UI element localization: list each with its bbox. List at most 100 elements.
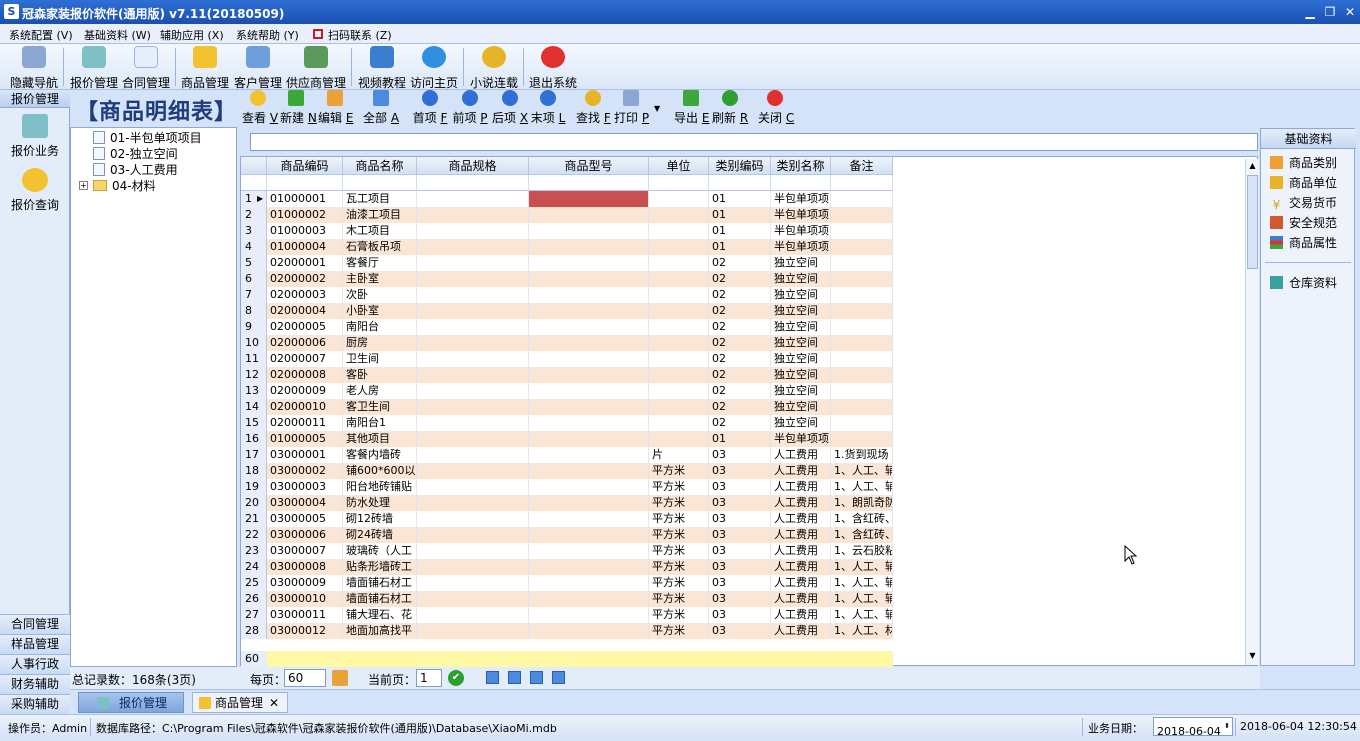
refresh-button[interactable]: 刷新 R — [712, 90, 748, 126]
table-row[interactable]: 16 01000005 其他项目 01 半包单项项 — [241, 431, 893, 447]
table-row[interactable]: 7 02000003 次卧 02 独立空间 — [241, 287, 893, 303]
category-code-cell[interactable]: 02 — [709, 367, 771, 383]
category-code-cell[interactable]: 03 — [709, 575, 771, 591]
goods-spec-cell[interactable] — [417, 255, 529, 271]
remark-cell[interactable] — [831, 351, 893, 367]
unit-cell[interactable] — [649, 287, 709, 303]
table-row[interactable]: 11 02000007 卫生间 02 独立空间 — [241, 351, 893, 367]
unit-cell[interactable]: 平方米 — [649, 559, 709, 575]
table-row[interactable]: 3 01000003 木工项目 01 半包单项项 — [241, 223, 893, 239]
grid-new-row[interactable]: 60 — [241, 651, 893, 667]
remark-cell[interactable] — [831, 367, 893, 383]
goods-name-cell[interactable]: 老人房 — [343, 383, 417, 399]
remark-cell[interactable]: 1、云石胶粘 — [831, 543, 893, 559]
goods-name-cell[interactable]: 其他项目 — [343, 431, 417, 447]
goods-code-cell[interactable]: 02000008 — [267, 367, 343, 383]
goods-name-cell[interactable]: 次卧 — [343, 287, 417, 303]
goods-model-cell[interactable] — [529, 287, 649, 303]
category-code-cell[interactable]: 03 — [709, 511, 771, 527]
goods-code-cell[interactable]: 03000009 — [267, 575, 343, 591]
goods-spec-cell[interactable] — [417, 319, 529, 335]
unit-cell[interactable]: 平方米 — [649, 575, 709, 591]
category-name-cell[interactable]: 人工费用 — [771, 591, 831, 607]
all-button[interactable]: 全部 A — [362, 90, 400, 126]
goods-mgmt-button[interactable]: 商品管理 — [179, 46, 231, 90]
category-name-cell[interactable]: 独立空间 — [771, 335, 831, 351]
goods-code-cell[interactable]: 03000003 — [267, 479, 343, 495]
category-name-cell[interactable]: 半包单项项 — [771, 191, 831, 207]
goods-model-cell[interactable] — [529, 575, 649, 591]
goods-model-cell[interactable] — [529, 335, 649, 351]
category-code-cell[interactable]: 03 — [709, 591, 771, 607]
minimize-icon[interactable]: ▁ — [1302, 4, 1318, 20]
remark-cell[interactable] — [831, 399, 893, 415]
column-header[interactable]: 单位 — [649, 157, 709, 175]
goods-model-cell[interactable] — [529, 559, 649, 575]
goods-code-cell[interactable]: 03000012 — [267, 623, 343, 639]
close-button[interactable]: 关闭 C — [758, 90, 794, 126]
remark-cell[interactable] — [831, 303, 893, 319]
print-button[interactable]: 打印 P — [614, 90, 649, 126]
goods-model-cell[interactable] — [529, 511, 649, 527]
goods-name-cell[interactable]: 砌12砖墙 — [343, 511, 417, 527]
category-name-cell[interactable]: 人工费用 — [771, 623, 831, 639]
filter-cell[interactable] — [831, 175, 893, 191]
unit-cell[interactable] — [649, 431, 709, 447]
category-code-cell[interactable]: 01 — [709, 207, 771, 223]
goods-name-cell[interactable]: 主卧室 — [343, 271, 417, 287]
category-name-cell[interactable]: 人工费用 — [771, 511, 831, 527]
goods-code-cell[interactable]: 01000004 — [267, 239, 343, 255]
goods-spec-cell[interactable] — [417, 303, 529, 319]
table-row[interactable]: 6 02000002 主卧室 02 独立空间 — [241, 271, 893, 287]
unit-cell[interactable] — [649, 335, 709, 351]
category-code-cell[interactable]: 01 — [709, 239, 771, 255]
view-button[interactable]: 查看 V — [242, 90, 278, 126]
menu-basic-data[interactable]: 基础资料 (W) — [84, 27, 151, 43]
unit-cell[interactable] — [649, 351, 709, 367]
goods-spec-cell[interactable] — [417, 575, 529, 591]
category-code-cell[interactable]: 03 — [709, 447, 771, 463]
table-row[interactable]: 25 03000009 墙面铺石材工 平方米 03 人工费用 1、人工、辅 — [241, 575, 893, 591]
category-name-cell[interactable]: 独立空间 — [771, 287, 831, 303]
goods-code-cell[interactable]: 03000002 — [267, 463, 343, 479]
hide-nav-button[interactable]: 隐藏导航 — [8, 46, 60, 90]
table-row[interactable]: 1803000002铺600*600以上 平方米03人工费用1、人工、辅 — [241, 463, 893, 479]
goods-model-cell[interactable] — [529, 207, 649, 223]
category-name-cell[interactable]: 独立空间 — [771, 383, 831, 399]
category-code-cell[interactable]: 02 — [709, 287, 771, 303]
nav-bottom-hr[interactable]: 人事行政 — [0, 654, 70, 674]
next-button[interactable]: 后项 X — [492, 90, 528, 126]
goods-name-cell[interactable]: 铺600*600以上 — [343, 463, 417, 479]
remark-cell[interactable] — [831, 415, 893, 431]
category-name-cell[interactable]: 半包单项项 — [771, 207, 831, 223]
goods-name-cell[interactable]: 南阳台1 — [343, 415, 417, 431]
category-code-cell[interactable]: 02 — [709, 255, 771, 271]
table-row[interactable]: 9 02000005 南阳台 02 独立空间 — [241, 319, 893, 335]
goods-code-cell[interactable]: 02000005 — [267, 319, 343, 335]
goods-model-cell[interactable] — [529, 431, 649, 447]
goods-code-cell[interactable]: 02000010 — [267, 399, 343, 415]
find-button[interactable]: 查找 F — [576, 90, 611, 126]
category-code-cell[interactable]: 03 — [709, 623, 771, 639]
goods-model-cell[interactable] — [529, 399, 649, 415]
remark-cell[interactable]: 1、含红砖、 — [831, 527, 893, 543]
category-code-cell[interactable]: 02 — [709, 351, 771, 367]
goods-spec-cell[interactable] — [417, 479, 529, 495]
table-row[interactable]: 27 03000011 铺大理石、花 平方米 03 人工费用 1、人工、辅 — [241, 607, 893, 623]
remark-cell[interactable]: 1、朗凯奇防 — [831, 495, 893, 511]
goods-spec-cell[interactable] — [417, 591, 529, 607]
remark-cell[interactable]: 1、人工、辅 — [831, 591, 893, 607]
grid-search-input[interactable] — [250, 133, 1258, 151]
remark-cell[interactable] — [831, 239, 893, 255]
goods-model-cell[interactable] — [529, 415, 649, 431]
category-code-cell[interactable]: 03 — [709, 607, 771, 623]
filter-cell[interactable] — [417, 175, 529, 191]
category-name-cell[interactable]: 独立空间 — [771, 415, 831, 431]
goods-code-cell[interactable]: 02000007 — [267, 351, 343, 367]
tree-node[interactable]: 02-独立空间 — [93, 145, 178, 161]
goods-code-cell[interactable]: 01000003 — [267, 223, 343, 239]
goods-code-cell[interactable]: 02000006 — [267, 335, 343, 351]
goods-spec-cell[interactable] — [417, 527, 529, 543]
visit-homepage-button[interactable]: 访问主页 — [408, 46, 460, 90]
remark-cell[interactable]: 1、人工、辅 — [831, 463, 893, 479]
